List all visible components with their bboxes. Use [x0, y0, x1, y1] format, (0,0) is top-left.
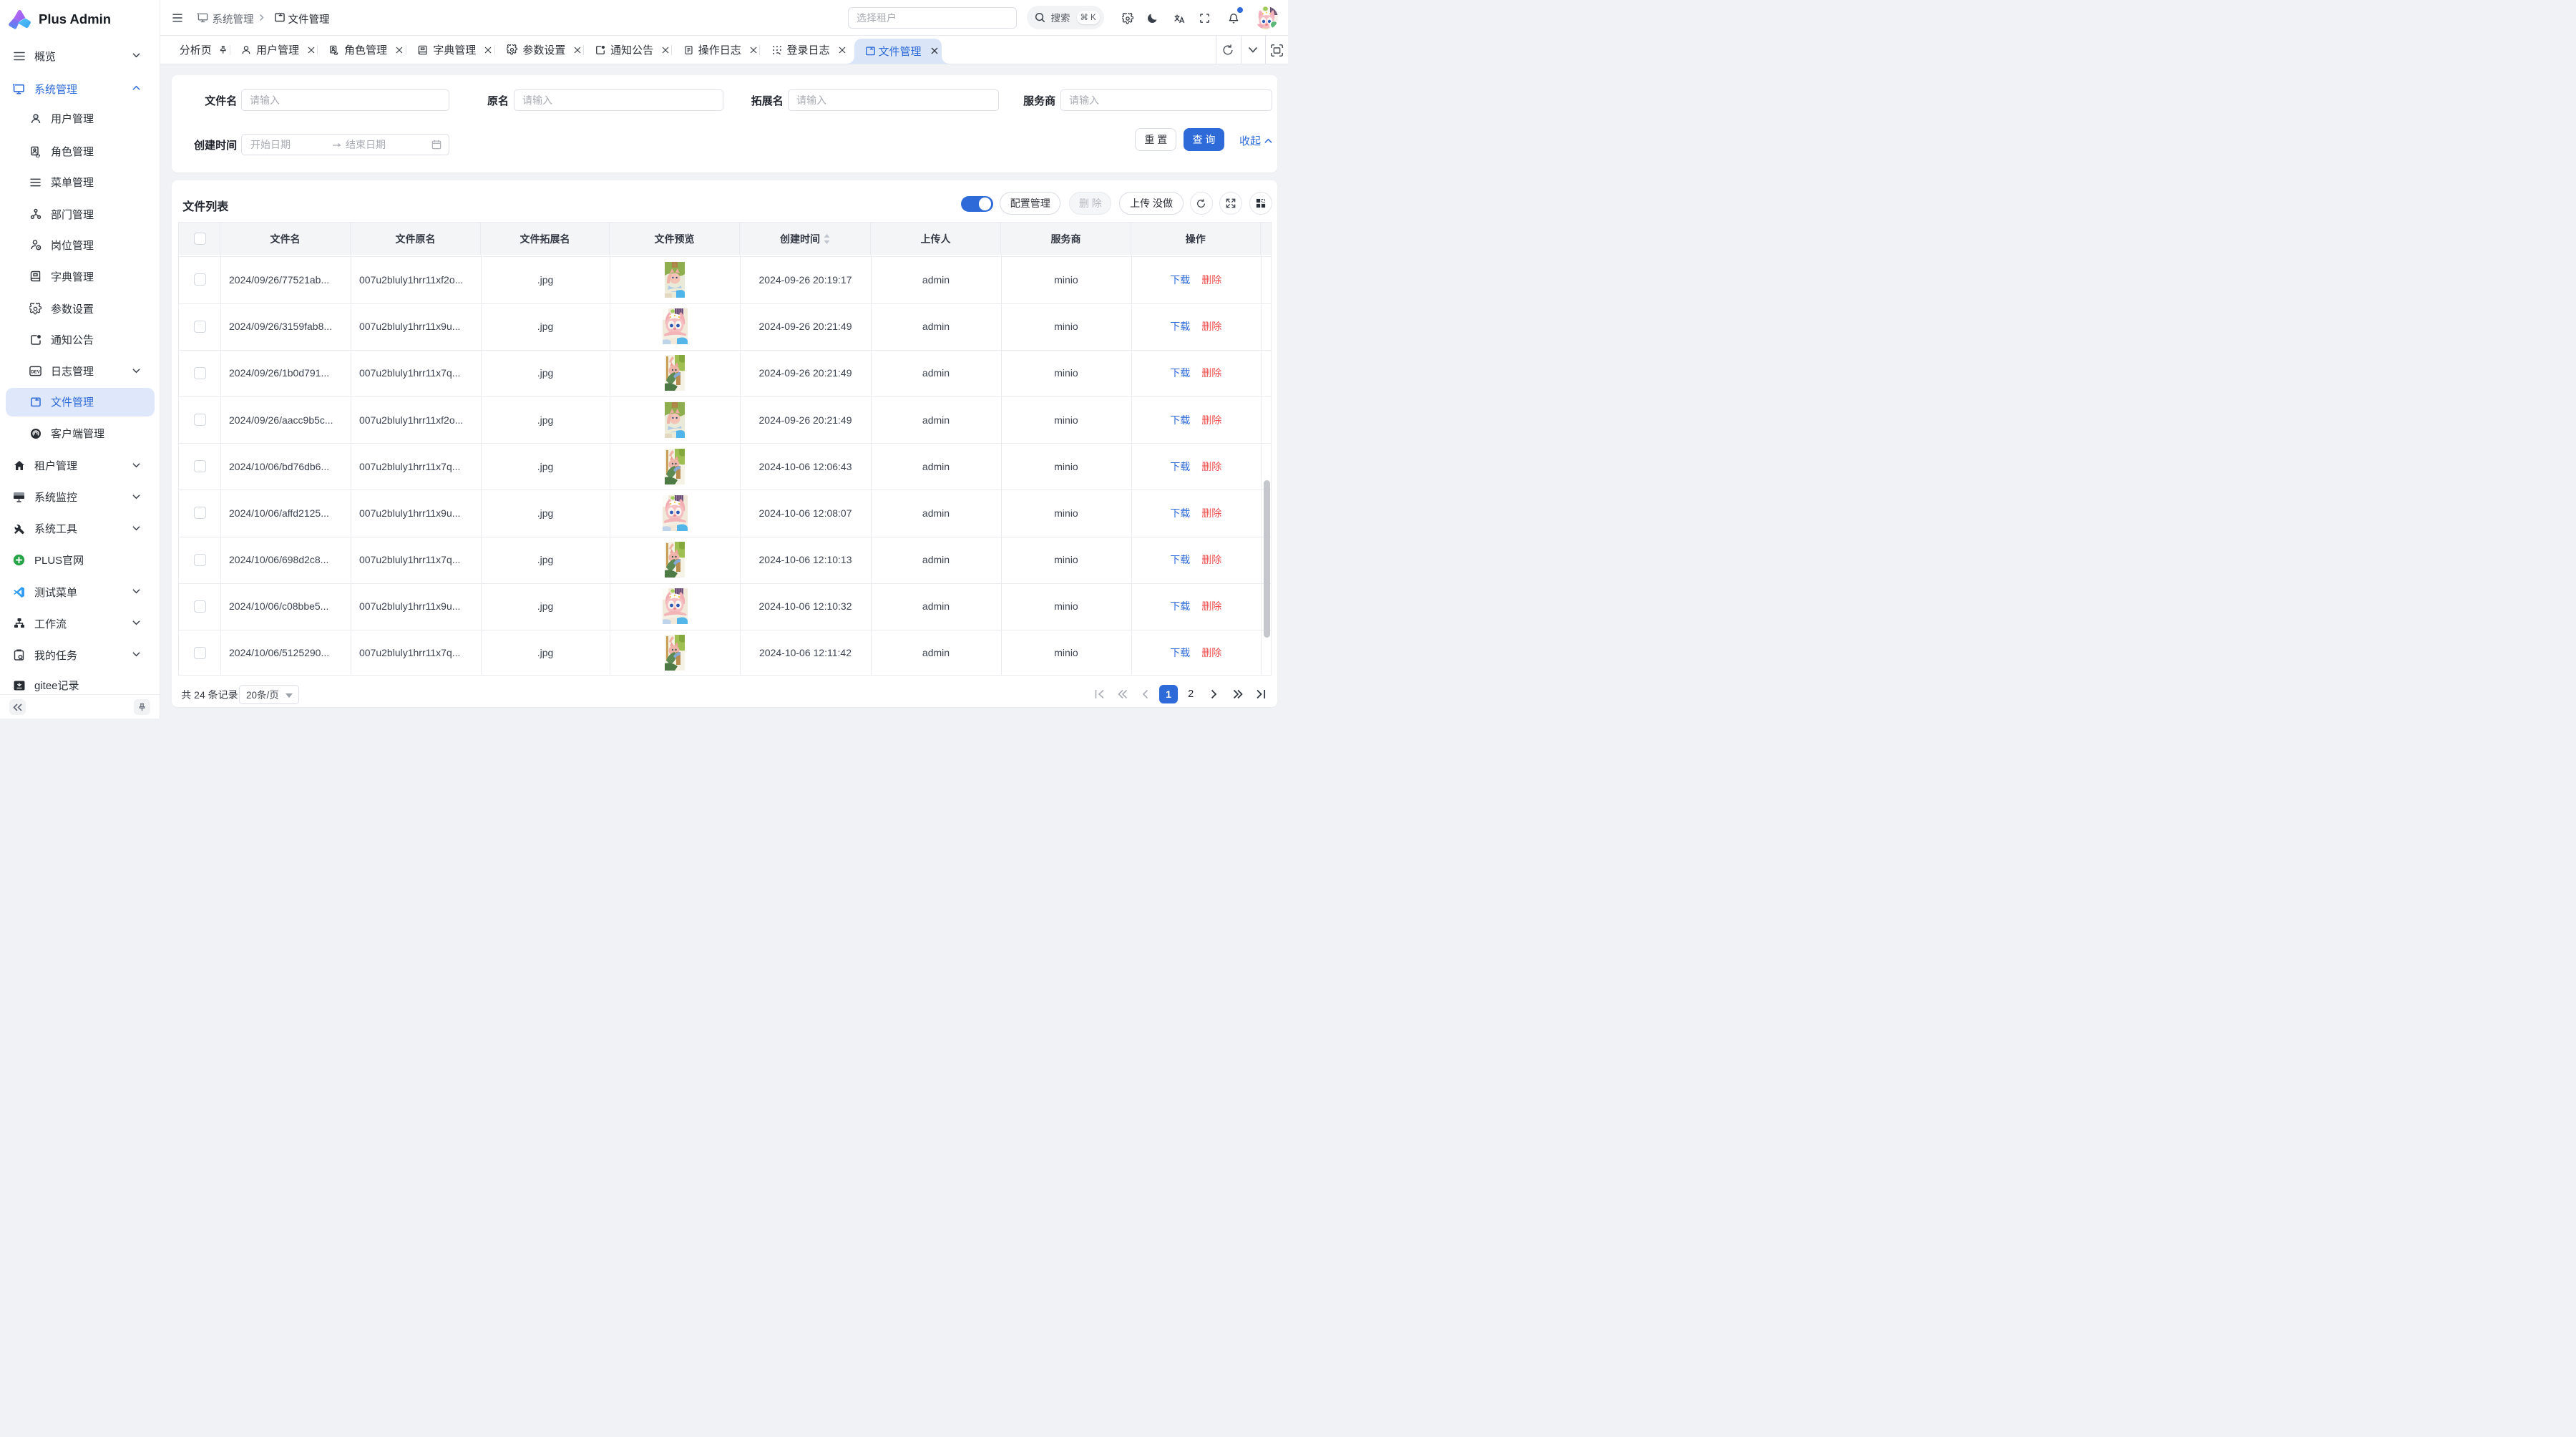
- svg-text:DEV: DEV: [31, 369, 41, 374]
